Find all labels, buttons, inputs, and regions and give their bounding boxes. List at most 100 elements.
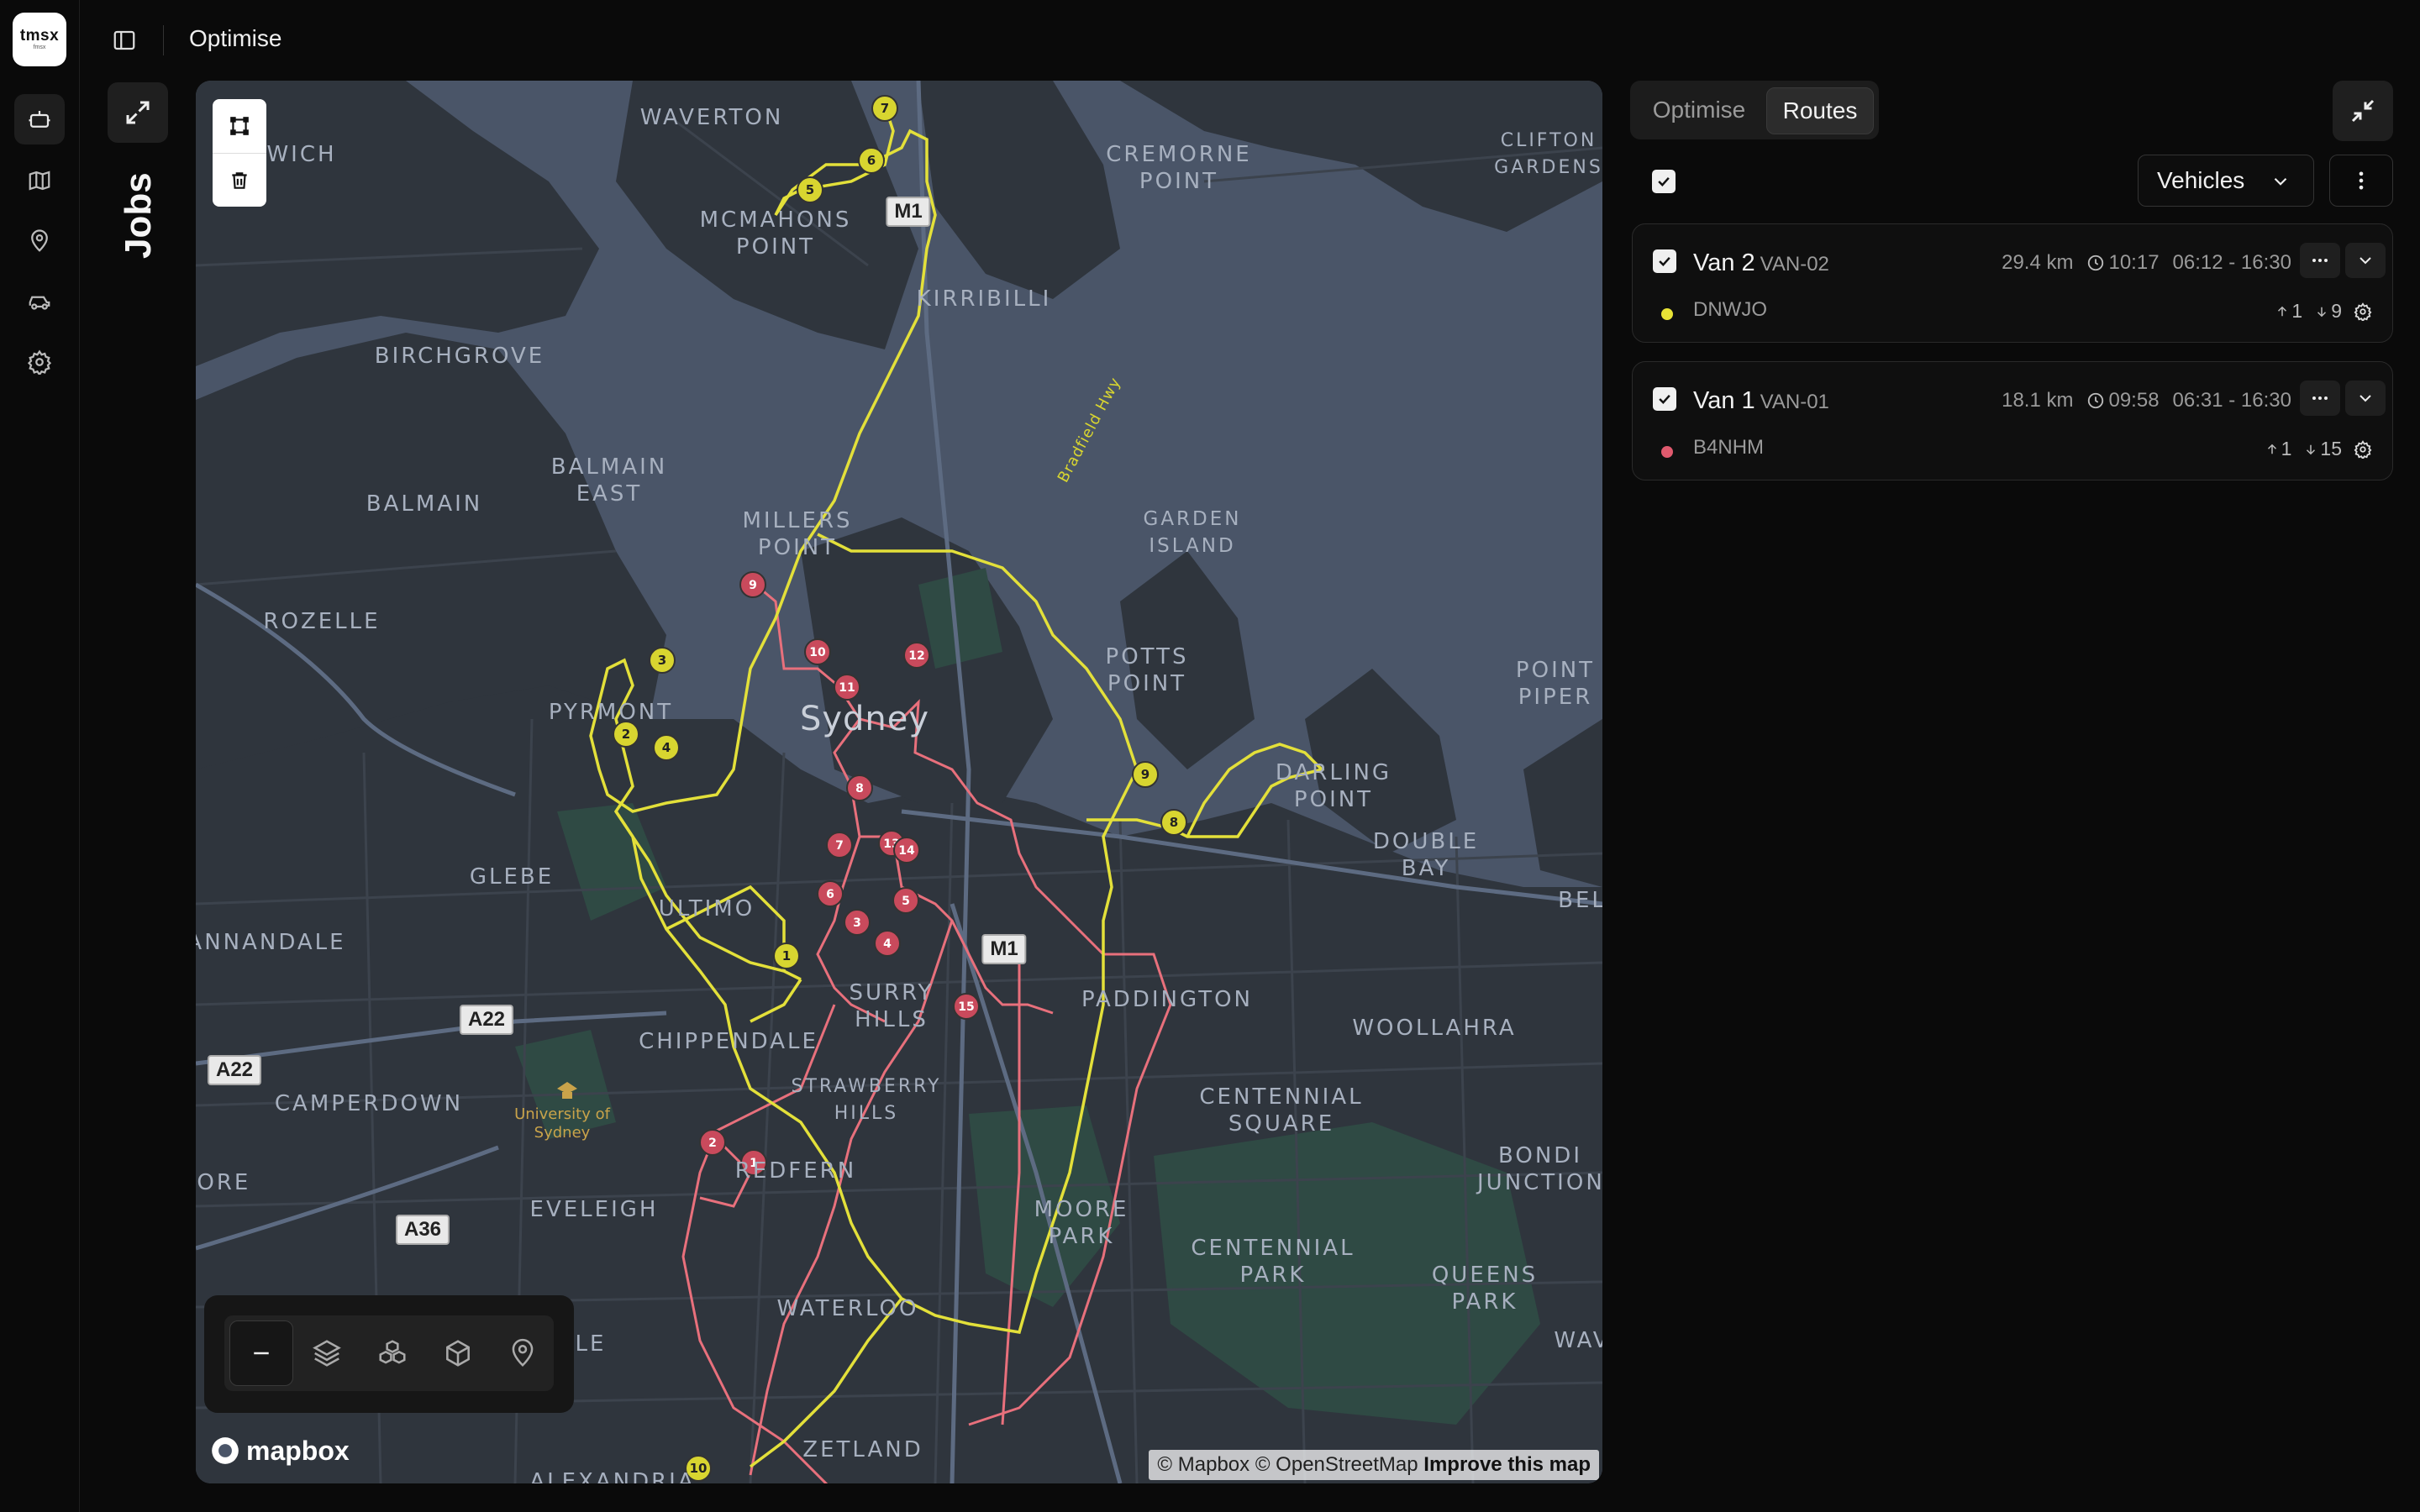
vehicles-dropdown-value: Vehicles bbox=[2157, 167, 2245, 193]
gear-icon[interactable] bbox=[2354, 302, 2372, 321]
route-distance: 29.4 km bbox=[2002, 251, 2074, 274]
map-layer-controls bbox=[204, 1295, 574, 1413]
van2-stop[interactable]: 5 bbox=[797, 176, 823, 203]
select-all-checkbox[interactable] bbox=[1652, 170, 1676, 193]
chevron-down-icon bbox=[2274, 177, 2287, 186]
van2-stop[interactable]: 3 bbox=[649, 647, 676, 674]
route-distance: 18.1 km bbox=[2002, 389, 2074, 412]
road-shield: A22 bbox=[459, 1005, 514, 1035]
van2-stop[interactable]: 7 bbox=[871, 95, 898, 122]
collapse-icon bbox=[2351, 99, 2375, 123]
check-icon bbox=[1658, 176, 1670, 186]
route-expand-button[interactable] bbox=[2345, 243, 2386, 278]
van1-stop[interactable]: 8 bbox=[846, 774, 873, 801]
sidebar-icon bbox=[113, 30, 135, 50]
view-tabs: Optimise Routes bbox=[1630, 81, 1879, 139]
map-label: WOOLLAHRA bbox=[1352, 1016, 1517, 1041]
route-counts: 1 9 bbox=[2275, 300, 2372, 323]
map-label-city: Sydney bbox=[799, 700, 930, 738]
svg-text:8: 8 bbox=[855, 782, 864, 795]
collapse-panel-button[interactable] bbox=[2333, 81, 2393, 141]
road-shield: A36 bbox=[395, 1215, 450, 1245]
map-label: DARLING POINT bbox=[1275, 760, 1392, 812]
gear-icon[interactable] bbox=[2354, 439, 2372, 459]
van1-stop[interactable]: 14 bbox=[893, 837, 920, 864]
layer-routes-button[interactable] bbox=[229, 1320, 293, 1386]
road-shield: A22 bbox=[207, 1055, 262, 1085]
car-icon bbox=[29, 296, 50, 310]
cube-icon bbox=[445, 1340, 470, 1367]
delete-drawing-button[interactable] bbox=[213, 153, 266, 207]
nav-vehicles-button[interactable] bbox=[14, 277, 65, 328]
map-label: KIRRIBILLI bbox=[916, 286, 1052, 312]
van1-stop[interactable]: 15 bbox=[953, 993, 980, 1020]
route-checkbox[interactable] bbox=[1653, 249, 1676, 273]
more-options-button[interactable] bbox=[2329, 155, 2393, 207]
route-window: 06:12 - 16:30 bbox=[2172, 251, 2291, 274]
vehicles-dropdown[interactable]: Vehicles bbox=[2138, 155, 2314, 207]
van1-stop[interactable]: 6 bbox=[817, 880, 844, 907]
layer-locations-button[interactable] bbox=[492, 1321, 554, 1385]
route-more-button[interactable] bbox=[2300, 381, 2340, 416]
van1-stop[interactable]: 3 bbox=[844, 909, 871, 936]
route-card[interactable]: Van 1 VAN-01 18.1 km 09:58 06:31 - 16:30 … bbox=[1632, 361, 2393, 480]
map-label: BEL bbox=[1558, 888, 1602, 913]
map-label: ROZELLE bbox=[263, 609, 381, 634]
mapbox-logo[interactable]: mapbox bbox=[209, 1435, 350, 1467]
svg-text:9: 9 bbox=[749, 579, 757, 592]
route-color-dot bbox=[1661, 446, 1673, 458]
vehicle-id: VAN-01 bbox=[1760, 391, 1829, 413]
map-label: CREMORNE POINT bbox=[1106, 142, 1252, 194]
layer-stack-button[interactable] bbox=[297, 1321, 359, 1385]
van2-stop[interactable]: 6 bbox=[858, 147, 885, 174]
cubes-icon bbox=[379, 1340, 406, 1364]
svg-text:7: 7 bbox=[835, 839, 844, 853]
van2-stop[interactable]: 8 bbox=[1160, 809, 1187, 836]
attribution-text[interactable]: © Mapbox © OpenStreetMap bbox=[1157, 1453, 1418, 1476]
tab-routes[interactable]: Routes bbox=[1766, 87, 1874, 134]
route-expand-button[interactable] bbox=[2345, 381, 2386, 416]
route-more-button[interactable] bbox=[2300, 243, 2340, 278]
van1-stop[interactable]: 7 bbox=[826, 832, 853, 858]
route-checkbox[interactable] bbox=[1653, 387, 1676, 411]
nav-optimise-button[interactable] bbox=[14, 94, 65, 144]
van2-stop[interactable]: 1 bbox=[773, 942, 800, 969]
pickup-count: 1 bbox=[2281, 438, 2292, 459]
layer-clusters-button[interactable] bbox=[361, 1321, 424, 1385]
arrow-down-icon bbox=[2317, 307, 2327, 317]
route-card[interactable]: Van 2 VAN-02 29.4 km 10:17 06:12 - 16:30 … bbox=[1632, 223, 2393, 343]
draw-polygon-button[interactable] bbox=[213, 99, 266, 153]
chevron-down-icon bbox=[2360, 257, 2371, 265]
map-label: ANNANDALE bbox=[196, 930, 346, 955]
nav-locations-button[interactable] bbox=[14, 216, 65, 266]
van2-stop[interactable]: 9 bbox=[1132, 761, 1159, 788]
nav-map-button[interactable] bbox=[14, 155, 65, 206]
expand-jobs-button[interactable] bbox=[108, 82, 168, 143]
van2-stop[interactable]: 4 bbox=[653, 734, 680, 761]
layer-3d-button[interactable] bbox=[427, 1321, 489, 1385]
route-map[interactable]: 7 6 5 3 2 4 1 9 8 10 9 10 11 12 8 7 13 1… bbox=[196, 81, 1602, 1483]
map-label: DOUBLE BAY bbox=[1372, 829, 1480, 881]
van1-stop[interactable]: 9 bbox=[739, 571, 766, 598]
map-label: PADDINGTON bbox=[1081, 987, 1253, 1012]
van1-stop[interactable]: 2 bbox=[699, 1129, 726, 1156]
map-label: POTTS POINT bbox=[1105, 644, 1189, 696]
svg-text:2: 2 bbox=[622, 727, 630, 742]
tab-optimise[interactable]: Optimise bbox=[1637, 87, 1761, 133]
sidebar-toggle-button[interactable] bbox=[108, 24, 141, 57]
svg-text:5: 5 bbox=[902, 895, 910, 908]
svg-text:6: 6 bbox=[826, 888, 834, 901]
van1-stop[interactable]: 11 bbox=[834, 674, 860, 701]
svg-text:5: 5 bbox=[806, 182, 814, 197]
van1-stop[interactable]: 4 bbox=[874, 930, 901, 957]
app-logo[interactable]: tmsx fmsx bbox=[13, 13, 66, 66]
van1-stop[interactable]: 12 bbox=[903, 642, 930, 669]
chevron-down-icon bbox=[2360, 395, 2371, 402]
arrow-up-icon bbox=[2278, 306, 2287, 316]
van1-stop[interactable]: 10 bbox=[804, 638, 831, 665]
van1-stop[interactable]: 5 bbox=[892, 887, 919, 914]
drop-count: 15 bbox=[2320, 438, 2342, 459]
map-label: MOORE PARK bbox=[1034, 1197, 1129, 1249]
nav-settings-button[interactable] bbox=[14, 337, 65, 387]
improve-map-link[interactable]: Improve this map bbox=[1423, 1453, 1591, 1476]
